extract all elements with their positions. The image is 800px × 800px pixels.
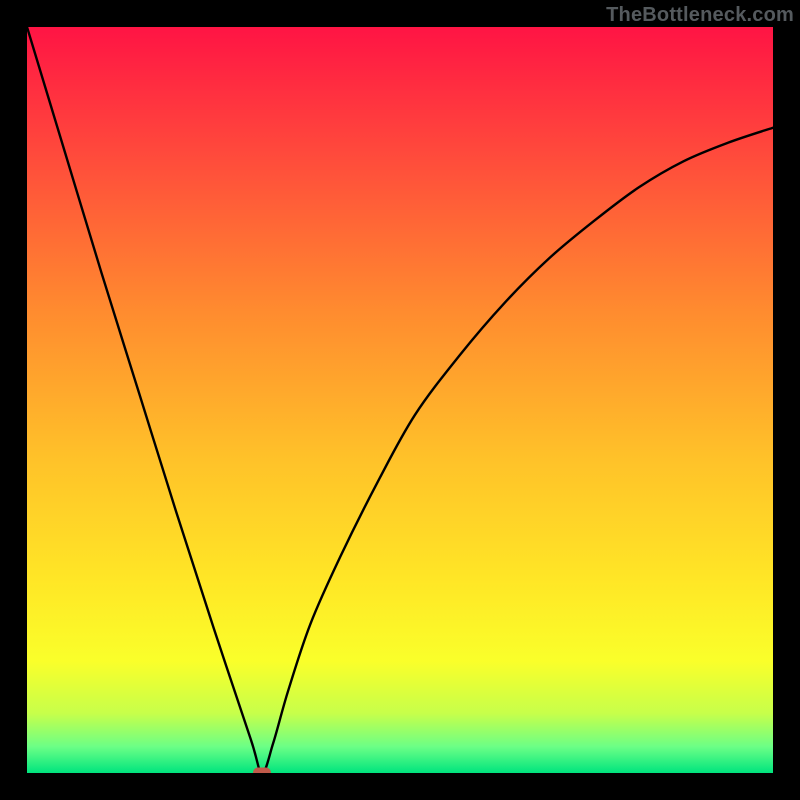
gradient-background xyxy=(27,27,773,773)
plot-area xyxy=(27,27,773,773)
watermark-text: TheBottleneck.com xyxy=(606,4,794,27)
chart-svg xyxy=(27,27,773,773)
minimum-marker xyxy=(253,768,271,774)
chart-frame: TheBottleneck.com xyxy=(0,0,800,800)
